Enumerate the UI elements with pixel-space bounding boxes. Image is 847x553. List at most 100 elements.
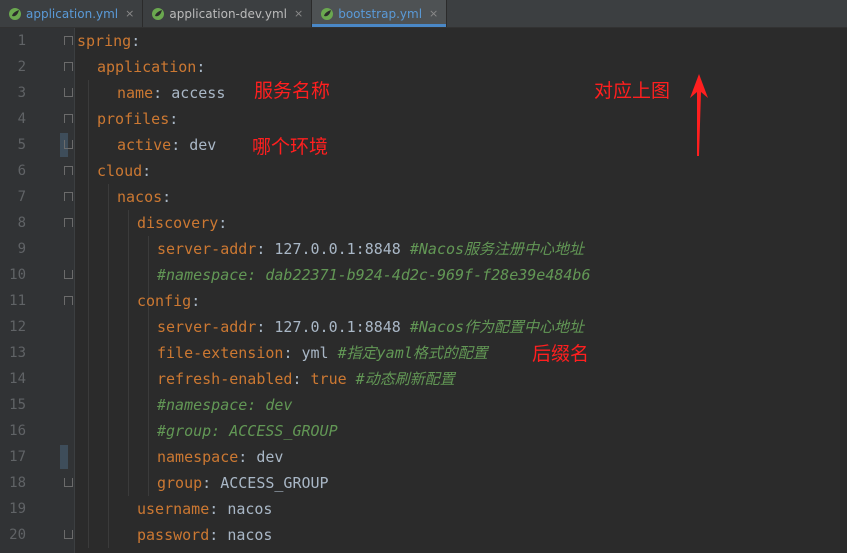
editor-tab-bar: application.yml × application-dev.yml × …: [0, 0, 847, 28]
code-line[interactable]: discovery:: [137, 210, 227, 236]
code-line[interactable]: cloud:: [97, 158, 151, 184]
yaml-key: server-addr: [157, 318, 257, 336]
yaml-separator: :: [292, 370, 311, 388]
tab-label: application.yml: [26, 6, 119, 21]
gutter-divider: [74, 28, 75, 553]
yaml-value: ACCESS_GROUP: [220, 474, 329, 492]
code-line[interactable]: name: access: [117, 80, 225, 106]
yaml-comment: #group: ACCESS_GROUP: [157, 422, 338, 440]
yaml-comment: #namespace: dab22371-b924-4d2c-969f-f28e…: [157, 266, 591, 284]
yaml-separator: :: [209, 500, 228, 518]
line-number: 14: [9, 371, 26, 387]
yaml-key: cloud: [97, 162, 143, 180]
yaml-key: password: [137, 526, 210, 544]
yaml-separator: :: [153, 84, 172, 102]
yaml-comment: #动态刷新配置: [346, 370, 455, 388]
close-icon[interactable]: ×: [125, 7, 134, 20]
yaml-value: 127.0.0.1:8848: [274, 240, 401, 258]
yaml-comment: #指定yaml格式的配置: [328, 344, 488, 362]
code-line[interactable]: spring:: [77, 28, 140, 54]
yaml-key: active: [117, 136, 172, 154]
code-line[interactable]: profiles:: [97, 106, 178, 132]
yaml-key: refresh-enabled: [157, 370, 293, 388]
code-line[interactable]: server-addr: 127.0.0.1:8848 #Nacos服务注册中心…: [157, 236, 584, 262]
close-icon[interactable]: ×: [429, 7, 438, 20]
yaml-separator: :: [256, 318, 275, 336]
fold-marker-icon[interactable]: [64, 36, 73, 45]
close-icon[interactable]: ×: [294, 7, 303, 20]
line-number: 6: [17, 163, 26, 179]
code-line[interactable]: server-addr: 127.0.0.1:8848 #Nacos作为配置中心…: [157, 314, 584, 340]
fold-marker-icon[interactable]: [64, 192, 73, 201]
yaml-separator: :: [191, 292, 201, 310]
code-editor[interactable]: 1 2 3 4 5 6 7 8 9 10 11 12 13 14 15 16 17 18 19 20 spring: a…: [0, 28, 847, 553]
yaml-separator: :: [162, 188, 172, 206]
fold-marker-icon[interactable]: [64, 478, 73, 487]
yaml-value: nacos: [227, 526, 273, 544]
code-line[interactable]: password: nacos: [137, 522, 272, 548]
fold-marker-icon[interactable]: [64, 296, 73, 305]
tab-label: bootstrap.yml: [338, 6, 423, 21]
fold-marker-icon[interactable]: [64, 140, 73, 149]
yaml-value: dev: [256, 448, 284, 466]
spring-leaf-icon: [9, 7, 21, 20]
line-number: 15: [9, 397, 26, 413]
tab-bootstrap-yml[interactable]: bootstrap.yml ×: [312, 0, 448, 27]
yaml-separator: :: [218, 214, 228, 232]
fold-marker-icon[interactable]: [64, 270, 73, 279]
line-number: 10: [9, 267, 26, 283]
code-line[interactable]: namespace: dev: [157, 444, 283, 470]
line-number: 12: [9, 319, 26, 335]
yaml-key: server-addr: [157, 240, 257, 258]
yaml-key: group: [157, 474, 203, 492]
yaml-value: access: [171, 84, 226, 102]
yaml-separator: :: [238, 448, 257, 466]
line-number: 13: [9, 345, 26, 361]
line-number: 18: [9, 475, 26, 491]
code-line[interactable]: config:: [137, 288, 200, 314]
code-line[interactable]: active: dev: [117, 132, 216, 158]
line-number: 16: [9, 423, 26, 439]
code-line[interactable]: nacos:: [117, 184, 171, 210]
yaml-key: file-extension: [157, 344, 284, 362]
fold-marker-icon[interactable]: [64, 218, 73, 227]
code-line[interactable]: #namespace: dab22371-b924-4d2c-969f-f28e…: [157, 262, 590, 288]
fold-marker-icon[interactable]: [64, 114, 73, 123]
yaml-value: yml: [301, 344, 329, 362]
line-number: 4: [17, 111, 26, 127]
line-number: 20: [9, 527, 26, 543]
yaml-key: username: [137, 500, 210, 518]
fold-marker-icon[interactable]: [64, 166, 73, 175]
yaml-value: true: [310, 370, 347, 388]
yaml-key: nacos: [117, 188, 163, 206]
fold-marker-icon[interactable]: [64, 88, 73, 97]
indent-guide: [88, 80, 89, 548]
line-number: 19: [9, 501, 26, 517]
annotation-suffix-name: 后缀名: [532, 343, 590, 365]
yaml-comment: #namespace: dev: [157, 396, 293, 414]
annotation-corresponds-above: 对应上图: [594, 80, 671, 102]
indent-guide: [108, 184, 109, 548]
tab-application-dev-yml[interactable]: application-dev.yml ×: [143, 0, 313, 27]
ide-window: application.yml × application-dev.yml × …: [0, 0, 847, 553]
line-number: 17: [9, 449, 26, 465]
code-line[interactable]: #namespace: dev: [157, 392, 292, 418]
fold-marker-icon[interactable]: [64, 62, 73, 71]
code-line[interactable]: #group: ACCESS_GROUP: [157, 418, 338, 444]
yaml-value: 127.0.0.1:8848: [274, 318, 401, 336]
yaml-separator: :: [169, 110, 179, 128]
yaml-separator: :: [142, 162, 152, 180]
yaml-value: nacos: [227, 500, 273, 518]
tab-application-yml[interactable]: application.yml ×: [0, 0, 144, 27]
code-line[interactable]: file-extension: yml #指定yaml格式的配置: [157, 340, 488, 366]
fold-marker-icon[interactable]: [64, 530, 73, 539]
spring-leaf-icon: [321, 7, 334, 20]
yaml-key: profiles: [97, 110, 170, 128]
code-line[interactable]: refresh-enabled: true #动态刷新配置: [157, 366, 455, 392]
code-line[interactable]: group: ACCESS_GROUP: [157, 470, 329, 496]
line-number: 5: [17, 137, 26, 153]
code-line[interactable]: application:: [97, 54, 205, 80]
change-marker: [60, 445, 68, 469]
annotation-service-name: 服务名称: [254, 80, 331, 102]
code-line[interactable]: username: nacos: [137, 496, 272, 522]
